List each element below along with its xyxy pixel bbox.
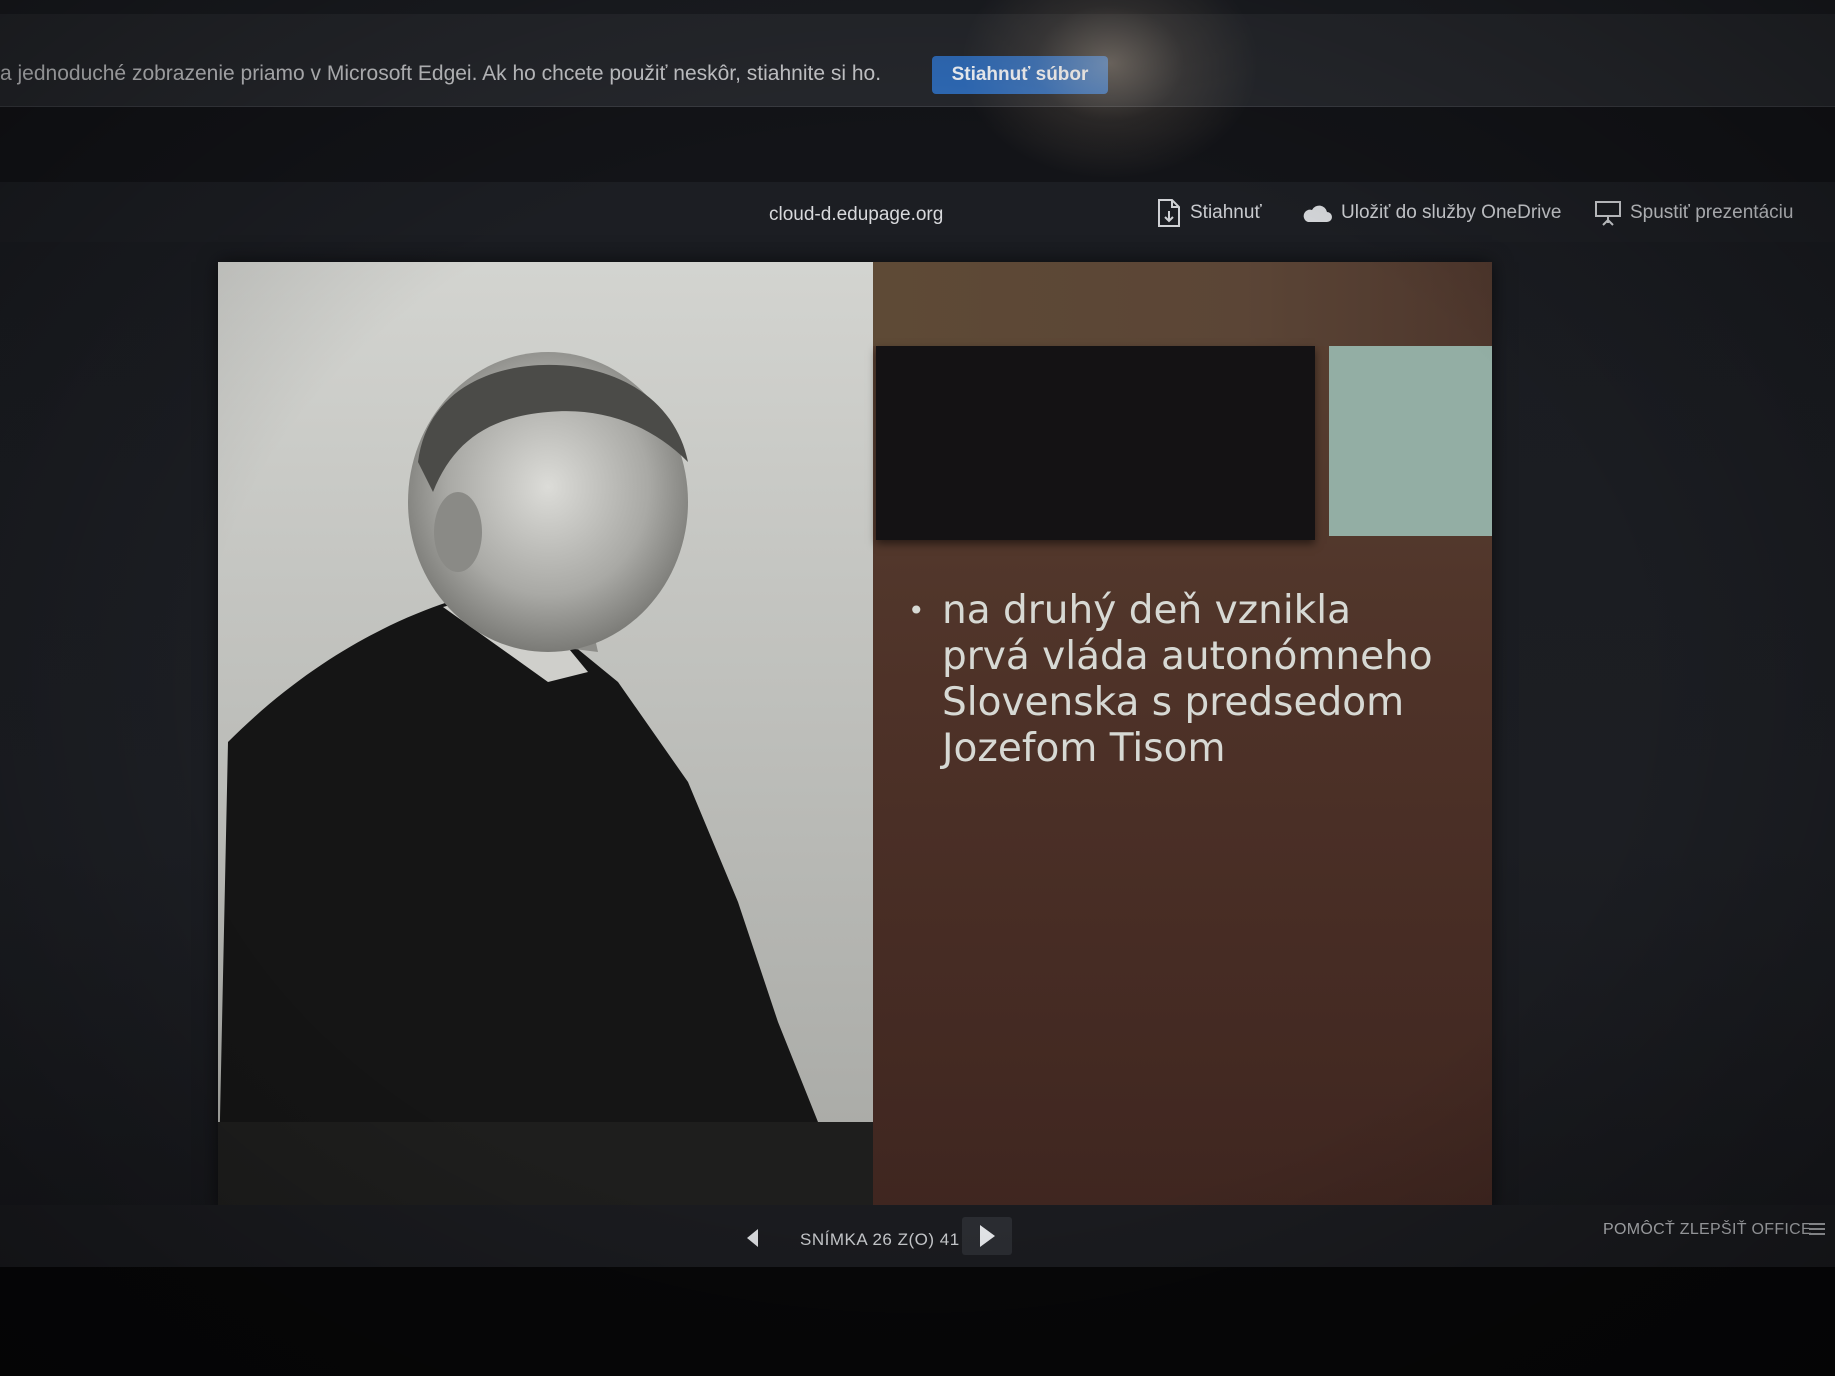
slide-bullet-item: • na druhý deň vznikla prvá vláda autonó… [908, 588, 1448, 772]
download-file-button[interactable]: Stiahnuť súbor [932, 56, 1108, 94]
previous-slide-button[interactable] [744, 1227, 760, 1254]
slide-portrait-photo [218, 262, 883, 1212]
viewer-status-bar: SNÍMKA 26 Z(O) 41 POMÔCŤ ZLEPŠIŤ OFFICE [0, 1205, 1835, 1267]
screen-bezel [0, 1267, 1835, 1376]
chevron-right-icon [980, 1225, 995, 1247]
bullet-text: na druhý deň vznikla prvá vláda autonómn… [942, 588, 1433, 771]
start-presentation-button[interactable]: Spustiť prezentáciu [1594, 196, 1793, 230]
slide: • na druhý deň vznikla prvá vláda autonó… [218, 262, 1492, 1212]
slide-title-block [876, 346, 1315, 540]
browser-top-edge [0, 0, 1835, 14]
slide-counter: SNÍMKA 26 Z(O) 41 [800, 1230, 960, 1249]
help-improve-office-link[interactable]: POMÔCŤ ZLEPŠIŤ OFFICE [1603, 1221, 1812, 1239]
download-button[interactable]: Stiahnuť [1156, 196, 1262, 230]
slide-top-band [873, 262, 1492, 346]
cloud-icon [1301, 202, 1333, 224]
chevron-left-icon [747, 1229, 758, 1247]
save-to-onedrive-button[interactable]: Uložiť do služby OneDrive [1301, 196, 1561, 230]
edge-info-bar: a jednoduché zobrazenie priamo v Microso… [0, 14, 1835, 107]
bullet-dot: • [908, 594, 925, 627]
browser-gap [0, 107, 1835, 182]
portrait-illustration [218, 262, 883, 1212]
present-label: Spustiť prezentáciu [1630, 202, 1794, 223]
viewer-toolbar: cloud-d.edupage.org Stiahnuť Uložiť do s… [0, 182, 1835, 242]
viewer-title: cloud-d.edupage.org [769, 204, 944, 225]
next-slide-button[interactable] [962, 1217, 1012, 1255]
download-label: Stiahnuť [1190, 202, 1262, 223]
onedrive-label: Uložiť do služby OneDrive [1341, 202, 1562, 223]
info-bar-message: a jednoduché zobrazenie priamo v Microso… [0, 62, 882, 85]
slide-accent-block [1329, 346, 1492, 536]
projector-icon [1594, 199, 1622, 227]
document-download-icon [1156, 198, 1182, 228]
notes-icon[interactable] [1806, 1219, 1828, 1246]
